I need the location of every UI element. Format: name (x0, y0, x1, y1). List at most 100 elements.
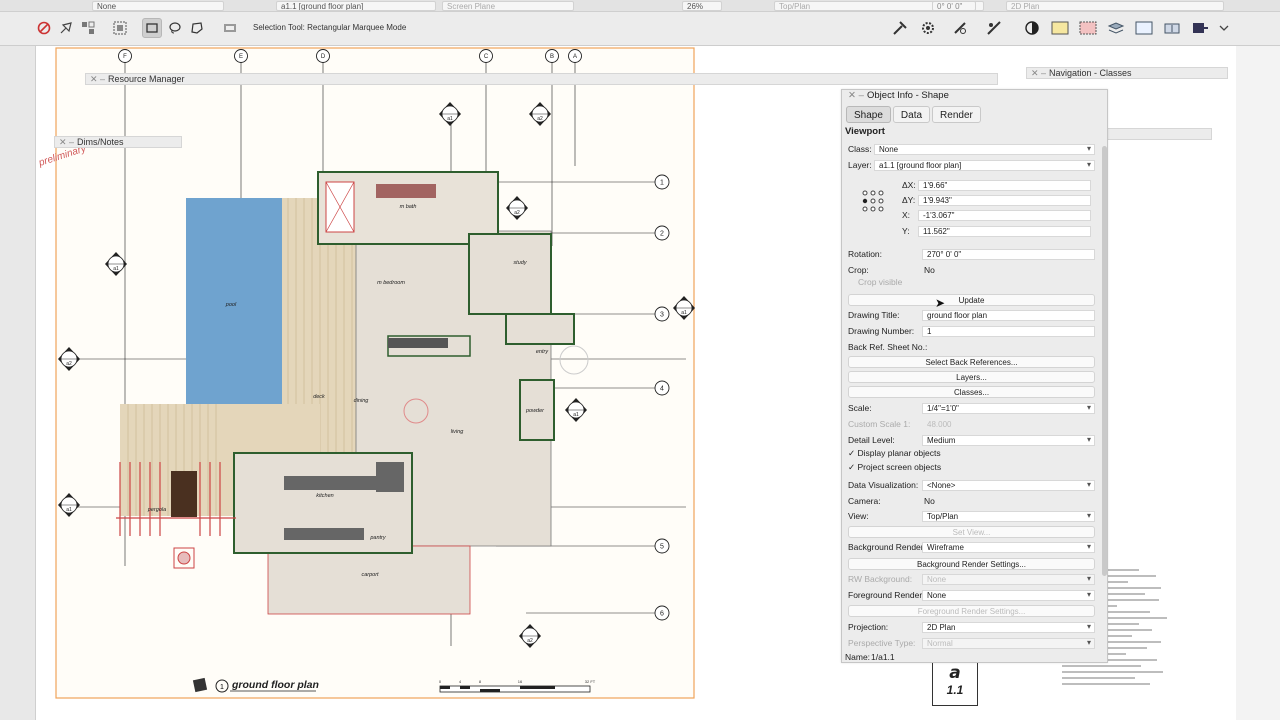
tab-render[interactable]: Render (932, 106, 981, 123)
svg-text:a1: a1 (573, 412, 579, 418)
project-screen-checkbox[interactable]: ✓ Project screen objects (848, 461, 941, 474)
select-back-references-button[interactable]: Select Back References... (848, 356, 1095, 368)
mouse-cursor-icon: ➤ (935, 296, 946, 310)
no-entry-icon[interactable] (34, 18, 54, 38)
camera-value: No (924, 496, 935, 506)
classes-button[interactable]: Classes... (848, 386, 1095, 398)
zoom-field[interactable]: 26% (682, 1, 722, 11)
rotation-field[interactable]: 270° 0' 0" (922, 249, 1095, 260)
dy-field[interactable]: 1'9.943" (918, 195, 1091, 206)
plane-dropdown[interactable]: Screen Plane (442, 1, 574, 11)
close-icon[interactable]: ✕ – (1031, 68, 1046, 78)
chevron-down-icon[interactable] (1214, 18, 1234, 38)
secondary-palette-bar[interactable] (1096, 128, 1212, 140)
perspective-type-dropdown[interactable]: Normal (922, 638, 1095, 649)
dims-notes-palette[interactable]: ✕ – Dims/Notes (54, 136, 182, 148)
close-icon[interactable]: ✕ – (848, 90, 864, 102)
object-info-title-bar[interactable]: ✕ – Object Info - Shape (842, 90, 1107, 102)
update-button[interactable]: Update (848, 294, 1095, 306)
palette-title: Resource Manager (108, 74, 185, 84)
image-icon[interactable] (1078, 18, 1098, 38)
rotation-field[interactable]: 0° 0' 0" (932, 1, 976, 11)
room-label: pergola (147, 507, 166, 513)
view-dropdown[interactable]: Top/Plan (922, 511, 1095, 522)
settings-tool-icon[interactable] (220, 18, 240, 38)
rw-background-dropdown[interactable]: None (922, 574, 1095, 585)
display-icon[interactable] (1050, 18, 1070, 38)
background-render-settings-button[interactable]: Background Render Settings... (848, 558, 1095, 570)
data-visualization-dropdown[interactable]: <None> (922, 480, 1095, 491)
tools-icon[interactable] (890, 18, 910, 38)
palette-scrollbar[interactable] (1102, 146, 1107, 576)
x-label: X: (902, 210, 911, 220)
class-dropdown[interactable]: None (874, 144, 1095, 155)
layer-dropdown[interactable]: a1.1 [ground floor plan] (874, 160, 1095, 171)
column-grid-marker: C (479, 49, 493, 63)
svg-text:a2: a2 (537, 116, 543, 122)
room-label: m bath (400, 204, 417, 210)
x-field[interactable]: -1'3.067" (918, 210, 1091, 221)
export-icon[interactable] (1190, 18, 1210, 38)
background-render-label: Background Render: (848, 542, 926, 552)
pool (186, 198, 282, 404)
scale-dropdown[interactable]: 1/4"=1'0" (922, 403, 1095, 414)
drawing-title-label: Drawing Title: (848, 310, 900, 320)
window-icon[interactable] (1134, 18, 1154, 38)
gear-icon[interactable] (918, 18, 938, 38)
room-label: living (451, 429, 464, 435)
svg-text:A: A (573, 54, 577, 60)
snap-icon[interactable] (950, 18, 970, 38)
polygon-marquee-icon[interactable] (187, 18, 207, 38)
lasso-icon[interactable] (165, 18, 185, 38)
drawing-title-field[interactable]: ground floor plan (922, 310, 1095, 321)
close-icon[interactable]: ✕ – (59, 137, 74, 147)
sheet-number: 1.1 (946, 683, 964, 697)
name-value[interactable]: 1/a1.1 (871, 651, 895, 664)
scale-tick-label: 16 (518, 679, 523, 684)
tab-shape[interactable]: Shape (846, 106, 891, 123)
grid-select-icon[interactable] (110, 18, 130, 38)
drawing-number-field[interactable]: 1 (922, 326, 1095, 337)
foreground-render-settings-button[interactable]: Foreground Render Settings... (848, 605, 1095, 617)
close-icon[interactable]: ✕ – (90, 74, 105, 84)
rect-marquee-icon[interactable] (142, 18, 162, 38)
projection-dropdown[interactable]: 2D Plan (922, 622, 1095, 633)
projection-label: Projection: (848, 622, 889, 632)
resource-manager-palette[interactable]: ✕ – Resource Manager (85, 73, 998, 85)
class-dropdown[interactable]: None (92, 1, 224, 11)
set-view-button[interactable]: Set View... (848, 526, 1095, 538)
crop-visible-checkbox[interactable]: Crop visible (858, 276, 902, 289)
room-label: dining (354, 398, 370, 404)
anchor-point-icon[interactable] (862, 190, 884, 212)
room-label: m bedroom (377, 280, 405, 286)
palette-title: Object Info - Shape (867, 90, 949, 101)
layers-icon[interactable] (1106, 18, 1126, 38)
tool-bar: Selection Tool: Rectangular Marquee Mode (0, 12, 1280, 46)
saved-view-icon[interactable] (1162, 18, 1182, 38)
y-field[interactable]: 11.562" (918, 226, 1091, 237)
checkbox-label: Display planar objects (857, 448, 941, 458)
dx-field[interactable]: 1'9.66" (918, 180, 1091, 191)
pointer-icon[interactable] (56, 18, 76, 38)
svg-text:E: E (239, 54, 243, 60)
tab-data[interactable]: Data (892, 106, 931, 123)
layer-dropdown[interactable]: a1.1 [ground floor plan] (276, 1, 436, 11)
custom-scale-field[interactable]: 48.000 (922, 419, 1095, 430)
foreground-render-dropdown[interactable]: None (922, 590, 1095, 601)
layers-button[interactable]: Layers... (848, 371, 1095, 383)
background-render-dropdown[interactable]: Wireframe (922, 542, 1095, 553)
contrast-icon[interactable] (1022, 18, 1042, 38)
svg-text:2: 2 (660, 231, 664, 238)
navigation-palette[interactable]: ✕ – Navigation - Classes (1026, 67, 1228, 79)
object-info-palette: ✕ – Object Info - Shape Shape Data Rende… (841, 89, 1108, 663)
display-planar-checkbox[interactable]: ✓ Display planar objects (848, 447, 941, 460)
room-label: carport (361, 572, 379, 578)
svg-text:5: 5 (660, 544, 664, 551)
detail-level-dropdown[interactable]: Medium (922, 435, 1095, 446)
snap-settings-icon[interactable] (984, 18, 1004, 38)
scale-label: Scale: (848, 403, 872, 413)
render-dropdown[interactable]: 2D Plan (1006, 1, 1224, 11)
camera-label: Camera: (848, 496, 881, 506)
room-label: deck (313, 394, 325, 400)
multi-select-icon[interactable] (78, 18, 98, 38)
